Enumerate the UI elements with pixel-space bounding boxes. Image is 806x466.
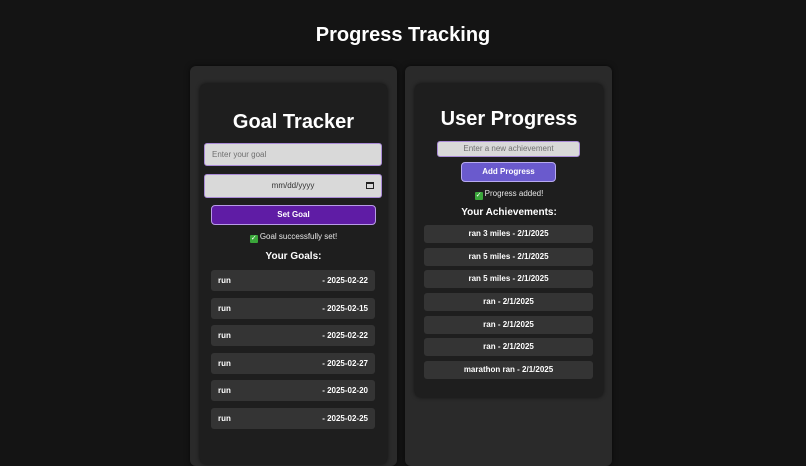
goal-tracker-card: Goal Tracker Enter your goal mm/dd/yyyy … [200,84,387,464]
goal-name: run [218,303,231,313]
goal-date: - 2025-02-20 [322,386,368,395]
achievements-heading: Your Achievements: [461,207,557,218]
goal-item: run - 2025-02-22 [211,325,375,346]
goal-item: run - 2025-02-15 [211,297,375,319]
achievement-item: marathon ran - 2/1/2025 [424,361,593,380]
achievement-input-placeholder: Enter a new achievement [463,144,554,153]
goal-date: - 2025-02-25 [322,413,368,423]
progress-status-text: Progress added! [484,189,544,198]
add-progress-button[interactable]: Add Progress [461,162,556,182]
user-progress-title: User Progress [440,108,578,130]
check-mark-icon: ✓ [474,192,483,200]
goal-item: run - 2025-02-20 [211,380,375,401]
goal-input-placeholder: Enter your goal [212,150,267,159]
user-progress-card: User Progress Enter a new achievement Ad… [415,84,603,397]
date-input-placeholder: mm/dd/yyyy [271,181,315,190]
achievement-item: ran 5 miles - 2/1/2025 [424,270,593,289]
calendar-icon[interactable] [366,182,374,189]
achievement-item: ran - 2/1/2025 [424,338,593,357]
goal-date: - 2025-02-15 [322,303,368,313]
page-title: Progress Tracking [315,24,491,46]
goal-tracker-title: Goal Tracker [232,111,355,133]
goal-date: - 2025-02-27 [322,358,368,368]
goal-name: run [218,386,231,395]
goal-item: run - 2025-02-27 [211,352,375,374]
goal-name: run [218,358,231,368]
achievement-item: ran - 2/1/2025 [424,293,593,312]
goal-date: - 2025-02-22 [322,276,368,285]
achievement-item: ran 5 miles - 2/1/2025 [424,247,593,266]
goals-heading: Your Goals: [265,251,322,262]
goal-name: run [218,276,231,285]
goal-item: run - 2025-02-22 [211,270,375,291]
achievement-item: ran 3 miles - 2/1/2025 [424,225,593,243]
progress-status-message: ✓ Progress added! [415,189,603,200]
goal-list: run - 2025-02-22 run - 2025-02-15 run - … [211,270,375,435]
goal-name: run [218,413,231,423]
goal-date-input[interactable]: mm/dd/yyyy [204,174,382,198]
goal-name: run [218,331,231,340]
goal-status-message: ✓ Goal successfully set! [200,232,387,243]
goal-item: run - 2025-02-25 [211,407,375,429]
achievement-item: ran - 2/1/2025 [424,315,593,334]
check-mark-icon: ✓ [249,235,258,243]
goal-input[interactable]: Enter your goal [204,143,382,166]
goal-date: - 2025-02-22 [322,331,368,340]
set-goal-button[interactable]: Set Goal [211,205,376,225]
achievement-input[interactable]: Enter a new achievement [437,141,580,157]
achievement-list: ran 3 miles - 2/1/2025 ran 5 miles - 2/1… [424,225,593,384]
goal-status-text: Goal successfully set! [259,232,338,241]
